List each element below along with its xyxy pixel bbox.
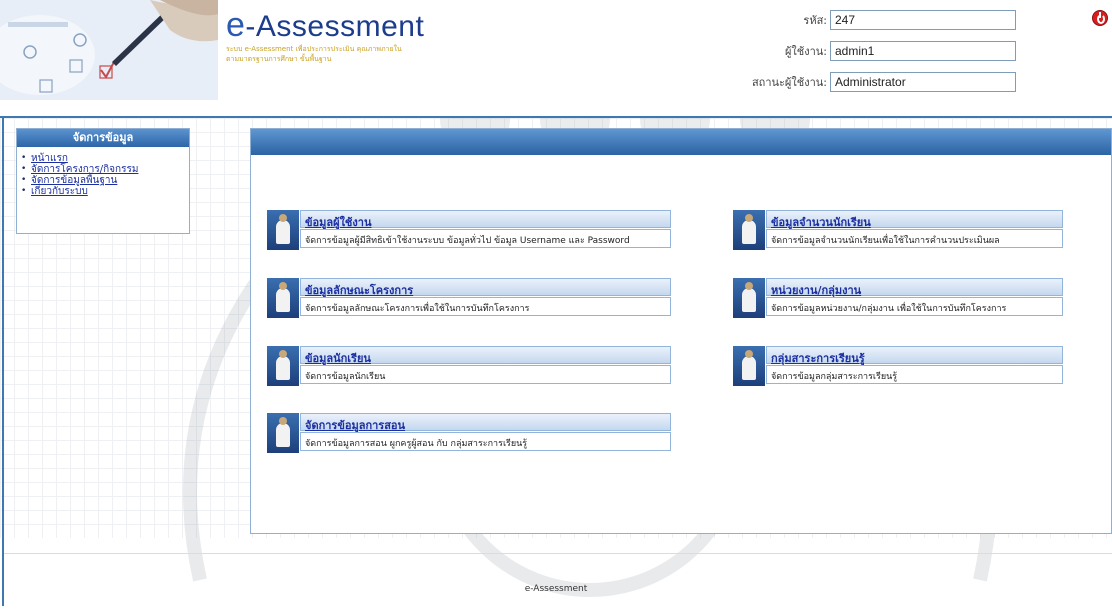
logo-e: e: [226, 6, 246, 44]
user-field[interactable]: admin1: [830, 41, 1016, 61]
user-label: ผู้ใช้งาน:: [784, 45, 827, 58]
card-desc-bar: จัดการข้อมูลลักษณะโครงการเพื่อใช้ในการบั…: [300, 297, 671, 316]
teacher-icon: [267, 413, 299, 453]
sidebar: จัดการข้อมูล หน้าแรก จัดการโครงการ/กิจกร…: [16, 128, 190, 234]
left-border: [2, 116, 4, 606]
card-desc-bar: จัดการข้อมูลหน่วยงาน/กลุ่มงาน เพื่อใช้ใน…: [766, 297, 1063, 316]
logo-text: -Assessment: [245, 10, 425, 43]
card-title-bar: ข้อมูลลักษณะโครงการ: [300, 278, 671, 297]
card-desc-bar: จัดการข้อมูลจำนวนนักเรียนเพื่อใช้ในการคำ…: [766, 229, 1063, 248]
sidebar-link-home[interactable]: หน้าแรก: [31, 153, 68, 164]
card-desc: จัดการข้อมูลจำนวนนักเรียนเพื่อใช้ในการคำ…: [771, 236, 1000, 246]
checklist-pen-illustration: [0, 0, 218, 100]
sidebar-item-basic-data: จัดการข้อมูลพื้นฐาน: [21, 175, 189, 186]
teacher-icon: [267, 278, 299, 318]
footer-text: e-Assessment: [524, 584, 588, 594]
card-desc: จัดการข้อมูลนักเรียน: [305, 372, 386, 382]
user-info-panel: รหัส: 247 ผู้ใช้งาน: admin1 สถานะผู้ใช้ง…: [656, 8, 1016, 101]
header: e-Assessment ระบบ e-Assessment เพื่อประก…: [0, 0, 1112, 118]
sidebar-item-home: หน้าแรก: [21, 153, 189, 164]
card-desc: จัดการข้อมูลลักษณะโครงการเพื่อใช้ในการบั…: [305, 304, 530, 314]
app-subtitle: ระบบ e-Assessment เพื่อประการประเมิน คุณ…: [226, 45, 402, 63]
card-learning-group[interactable]: กลุ่มสาระการเรียนรู้ จัดการข้อมูลกลุ่มสา…: [733, 346, 1063, 386]
card-teaching-data[interactable]: จัดการข้อมูลการสอน จัดการข้อมูลการสอน ผู…: [267, 413, 671, 453]
status-label: สถานะผู้ใช้งาน:: [751, 76, 827, 89]
teacher-icon: [267, 346, 299, 386]
teacher-icon: [733, 346, 765, 386]
sidebar-item-about: เกี่ยวกับระบบ: [21, 186, 189, 197]
card-desc-bar: จัดการข้อมูลกลุ่มสาระการเรียนรู้: [766, 365, 1063, 384]
power-icon[interactable]: [1092, 10, 1108, 26]
teacher-icon: [267, 210, 299, 250]
card-department[interactable]: หน่วยงาน/กลุ่มงาน จัดการข้อมูลหน่วยงาน/ก…: [733, 278, 1063, 318]
app-logo-title: e-Assessment: [226, 6, 424, 45]
card-user-data[interactable]: ข้อมูลผู้ใช้งาน จัดการข้อมูลผู้มีสิทธิเข…: [267, 210, 671, 250]
card-desc: จัดการข้อมูลการสอน ผูกครูผู้สอน กับ กลุ่…: [305, 439, 528, 449]
main-panel: ข้อมูลผู้ใช้งาน จัดการข้อมูลผู้มีสิทธิเข…: [250, 128, 1112, 534]
card-title-bar: ข้อมูลนักเรียน: [300, 346, 671, 365]
card-title-bar: กลุ่มสาระการเรียนรู้: [766, 346, 1063, 365]
sidebar-link-basic-data[interactable]: จัดการข้อมูลพื้นฐาน: [31, 175, 117, 186]
card-title-bar: ข้อมูลผู้ใช้งาน: [300, 210, 671, 229]
status-field[interactable]: Administrator: [830, 72, 1016, 92]
status-row: สถานะผู้ใช้งาน: Administrator: [656, 70, 1016, 94]
card-desc-bar: จัดการข้อมูลนักเรียน: [300, 365, 671, 384]
sidebar-menu: หน้าแรก จัดการโครงการ/กิจกรรม จัดการข้อม…: [21, 153, 189, 197]
card-project-type[interactable]: ข้อมูลลักษณะโครงการ จัดการข้อมูลลักษณะโค…: [267, 278, 671, 318]
footer-divider: [4, 553, 1112, 554]
id-row: รหัส: 247: [656, 8, 1016, 32]
card-desc: จัดการข้อมูลกลุ่มสาระการเรียนรู้: [771, 372, 898, 382]
id-field[interactable]: 247: [830, 10, 1016, 30]
card-desc-bar: จัดการข้อมูลการสอน ผูกครูผู้สอน กับ กลุ่…: [300, 432, 671, 451]
card-desc: จัดการข้อมูลหน่วยงาน/กลุ่มงาน เพื่อใช้ใน…: [771, 304, 1007, 314]
id-label: รหัส:: [803, 14, 827, 27]
card-title-bar: ข้อมูลจำนวนนักเรียน: [766, 210, 1063, 229]
card-desc-bar: จัดการข้อมูลผู้มีสิทธิเข้าใช้งานระบบ ข้อ…: [300, 229, 671, 248]
card-student-count[interactable]: ข้อมูลจำนวนนักเรียน จัดการข้อมูลจำนวนนัก…: [733, 210, 1063, 250]
sidebar-title: จัดการข้อมูล: [17, 129, 189, 147]
card-title-bar: หน่วยงาน/กลุ่มงาน: [766, 278, 1063, 297]
card-desc: จัดการข้อมูลผู้มีสิทธิเข้าใช้งานระบบ ข้อ…: [305, 236, 630, 246]
teacher-icon: [733, 210, 765, 250]
main-panel-header: [251, 129, 1111, 155]
card-student-data[interactable]: ข้อมูลนักเรียน จัดการข้อมูลนักเรียน: [267, 346, 671, 386]
sidebar-link-about[interactable]: เกี่ยวกับระบบ: [31, 186, 88, 197]
header-illustration: [0, 0, 218, 100]
sidebar-link-projects[interactable]: จัดการโครงการ/กิจกรรม: [31, 164, 138, 175]
sidebar-item-projects: จัดการโครงการ/กิจกรรม: [21, 164, 189, 175]
card-title-bar: จัดการข้อมูลการสอน: [300, 413, 671, 432]
teacher-icon: [733, 278, 765, 318]
user-row: ผู้ใช้งาน: admin1: [656, 39, 1016, 63]
